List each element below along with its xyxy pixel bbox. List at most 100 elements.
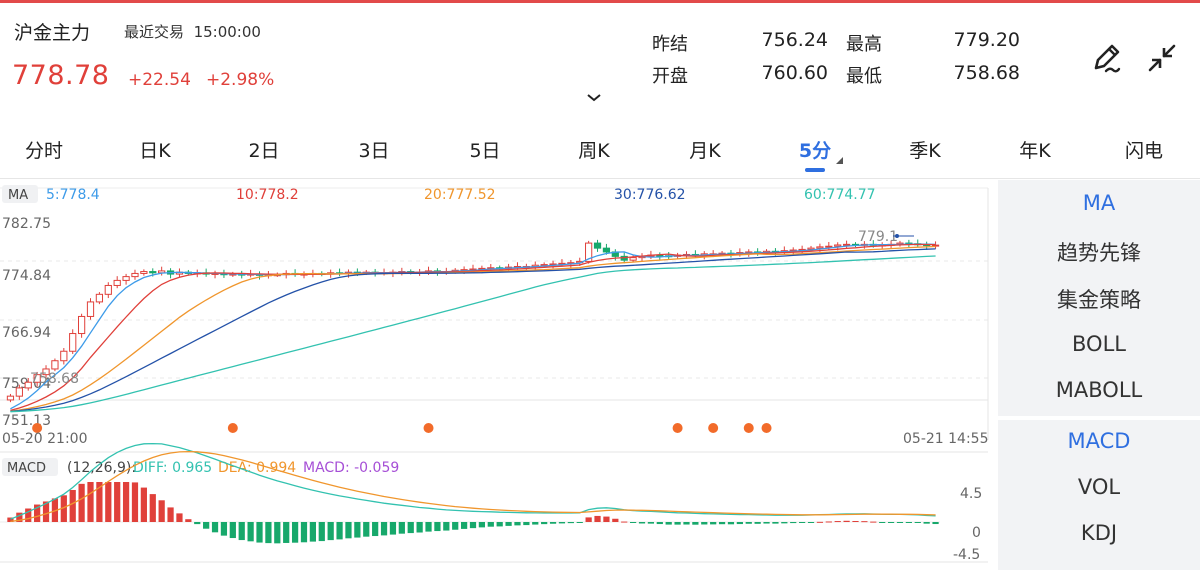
macd-bar (327, 522, 334, 541)
macd-bar (763, 522, 770, 524)
macd-bar (416, 522, 423, 533)
signal-dot (227, 423, 238, 433)
indicator-macd[interactable]: MACD (998, 429, 1200, 453)
macd-bar (176, 513, 183, 522)
tab-5min[interactable]: 5分 (799, 136, 831, 163)
tab-2day[interactable]: 2日 (248, 136, 279, 163)
candle (834, 244, 842, 247)
signal-dot (743, 423, 754, 433)
indicator-sidebar: MA 趋势先锋 集金策略 BOLL MABOLL MACD VOL KDJ (998, 180, 1200, 570)
ma30-value: 30:776.62 (614, 187, 686, 203)
time-end: 05-21 14:55 (903, 431, 988, 447)
macd-bar (549, 522, 557, 524)
macd-bar (923, 522, 930, 524)
macd-bar (932, 522, 939, 525)
macd-bar (229, 522, 236, 539)
open-value: 760.60 (761, 62, 828, 84)
macd-bar (460, 522, 468, 529)
candle (816, 246, 824, 249)
low-label: 最低 (846, 66, 882, 87)
candle (149, 271, 157, 274)
macd-bar (665, 522, 672, 525)
tab-intraday[interactable]: 分时 (25, 136, 63, 163)
indicator-vol[interactable]: VOL (998, 475, 1200, 499)
macd-bar (185, 519, 192, 522)
macd-bar (167, 507, 174, 522)
price-change-pct: +2.98% (206, 70, 275, 90)
indicator-kdj[interactable]: KDJ (998, 521, 1200, 545)
tab-3day[interactable]: 3日 (358, 136, 389, 163)
low-value: 758.68 (953, 62, 1020, 84)
signal-dots-layer (32, 423, 772, 433)
price-tick: 774.84 (2, 268, 51, 284)
macd-bar (523, 522, 530, 526)
period-dropdown-icon[interactable] (836, 157, 843, 164)
instrument-title: 沪金主力 (14, 22, 91, 44)
indicator-boll[interactable]: BOLL (998, 332, 1200, 356)
ma10-value: 10:778.2 (236, 187, 299, 203)
macd-bar (363, 522, 370, 537)
prev-close-value: 756.24 (761, 29, 828, 51)
macd-bar (701, 522, 708, 525)
draw-pen-icon[interactable] (1088, 40, 1124, 76)
top-accent-line (0, 0, 1200, 3)
macd-bar (398, 522, 405, 534)
high-mark-label: 779.1 (858, 229, 898, 245)
macd-bar (443, 522, 450, 531)
tab-lightning[interactable]: 闪电 (1125, 136, 1163, 163)
macd-bar (309, 522, 316, 542)
macd-bar (772, 522, 779, 524)
macd-bar (478, 522, 486, 528)
collapse-icon[interactable] (1144, 40, 1180, 76)
candle (140, 271, 148, 274)
macd-bar (745, 522, 752, 524)
macd-bar (78, 483, 85, 522)
macd-bar (710, 522, 717, 525)
tab-yearly-k[interactable]: 年K (1019, 136, 1050, 163)
indicator-maboll[interactable]: MABOLL (998, 378, 1200, 402)
candle (6, 395, 15, 401)
candle (825, 245, 833, 248)
macd-bar (158, 500, 165, 522)
macd-bar (140, 487, 147, 522)
macd-bar (683, 522, 690, 525)
macd-bar (541, 522, 548, 525)
chevron-down-icon[interactable] (586, 92, 602, 104)
open-label: 开盘 (652, 66, 688, 87)
candle (60, 350, 68, 362)
macd-tick: 0 (972, 525, 981, 541)
candle (15, 387, 23, 397)
macd-bar (914, 522, 921, 523)
macd-bar (211, 522, 219, 533)
macd-bar (452, 522, 459, 530)
macd-bar (816, 521, 824, 523)
indicator-gold-strategy[interactable]: 集金策略 (998, 284, 1200, 314)
macd-bar (265, 522, 272, 544)
macd-bar (621, 521, 628, 523)
macd-bar (256, 522, 263, 543)
macd-bar (576, 522, 583, 523)
macd-bar (532, 522, 539, 525)
macd-bar (843, 520, 850, 522)
macd-bar (790, 522, 797, 524)
macd-bar (496, 522, 503, 527)
kline-chart[interactable]: MA 5:778.4 10:778.2 20:777.52 30:776.62 … (0, 180, 998, 570)
candle (95, 293, 104, 303)
macd-bar (469, 522, 477, 529)
tab-quarterly-k[interactable]: 季K (909, 136, 940, 163)
indicator-ma[interactable]: MA (998, 191, 1200, 215)
tab-5day[interactable]: 5日 (469, 136, 500, 163)
tab-daily-k[interactable]: 日K (139, 136, 170, 163)
macd-bar (514, 522, 521, 526)
macd-bar (336, 522, 343, 540)
low-mark-label: 758.68 (30, 371, 79, 387)
macd-bar (389, 522, 397, 535)
price-tick: 782.75 (2, 216, 51, 232)
macd-bar (505, 522, 512, 526)
indicator-trend-pioneer[interactable]: 趋势先锋 (998, 237, 1200, 267)
tab-weekly-k[interactable]: 周K (578, 136, 609, 163)
high-mark-dot (895, 234, 899, 238)
sidebar-divider (998, 416, 1200, 420)
macd-bar (647, 522, 655, 524)
tab-monthly-k[interactable]: 月K (689, 136, 720, 163)
